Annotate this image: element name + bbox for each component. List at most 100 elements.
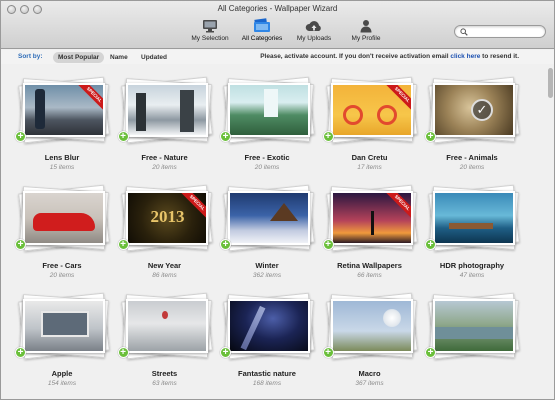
thumbnail-stack [223,76,315,144]
sort-name[interactable]: Name [105,52,133,63]
thumbnail-stack: ✓ [428,76,520,144]
category-card[interactable]: + Free - Nature 20 items [114,73,216,183]
tab-my-uploads[interactable]: My Uploads [291,18,337,42]
category-name: Free - Nature [141,153,188,162]
category-item-count: 66 items [357,272,382,279]
category-item-count: 86 items [152,272,177,279]
add-category-plus-icon[interactable]: + [117,239,129,250]
category-thumbnail [125,299,208,353]
category-item-count: 168 items [252,380,282,387]
category-thumbnail: 2013 SPECIAL [125,191,208,245]
special-ribbon: SPECIAL [381,193,411,223]
search-field[interactable] [454,25,546,38]
vertical-scrollbar[interactable] [546,64,554,399]
category-item-count: 362 items [252,272,282,279]
category-card[interactable]: + [421,289,523,399]
category-thumbnail [23,191,105,245]
category-card[interactable]: + Apple 154 items [11,289,113,399]
toolbar: All Categories - Wallpaper Wizard My Sel… [1,1,554,49]
category-item-count: 20 items [459,164,485,171]
add-category-plus-icon[interactable]: + [322,347,334,358]
tab-my-selection[interactable]: My Selection [187,18,233,42]
category-card[interactable]: + Macro 367 items [319,289,421,399]
category-item-count: 154 items [47,380,77,387]
add-category-plus-icon[interactable]: + [425,239,436,250]
thumbnail-stack: SPECIAL [325,76,418,144]
category-name: Lens Blur [44,153,80,162]
category-item-count: 47 items [459,272,485,279]
category-thumbnail [125,83,208,137]
category-card[interactable]: + Free - Exotic 20 items [216,73,318,183]
search-icon [460,28,468,36]
category-card[interactable]: ✓ + Free - Animals 20 items [421,73,523,183]
cloud-upload-icon [304,18,324,33]
toolbar-tabs: My Selection All Categories My Uploads M… [187,18,389,42]
category-item-count: 17 items [357,164,382,171]
checkmark-icon: ✓ [471,99,493,121]
tab-label: My Uploads [296,35,332,42]
category-thumbnail [228,191,310,245]
thumbnail-stack [428,184,520,252]
sort-most-popular[interactable]: Most Popular [53,51,105,63]
category-item-count: 20 items [49,272,75,279]
category-item-count: 15 items [49,164,75,171]
add-category-plus-icon[interactable]: + [117,131,129,142]
category-item-count: 63 items [152,380,177,387]
sort-updated[interactable]: Updated [136,52,172,63]
tab-label: My Selection [191,35,229,42]
category-card[interactable]: + HDR photography 47 items [421,181,523,291]
thumbnail-stack: SPECIAL [325,184,418,252]
sort-by-label: Sort by: [18,53,43,60]
category-item-count: 20 items [254,164,280,171]
category-name: Free - Animals [446,153,498,162]
category-thumbnail [433,299,515,353]
folder-icon [252,18,272,33]
category-card[interactable]: SPECIAL + Retina Wallpapers 66 items [319,181,421,291]
add-category-plus-icon[interactable]: + [117,347,129,358]
thumbnail-stack [18,292,110,360]
add-category-plus-icon[interactable]: + [322,239,334,250]
category-card[interactable]: SPECIAL + Dan Cretu 17 items [319,73,421,183]
category-card[interactable]: + Free - Cars 20 items [11,181,113,291]
category-card[interactable]: + Fantastic nature 168 items [216,289,318,399]
category-name: Macro [358,369,381,378]
tab-label: All Categories [241,35,283,42]
add-category-plus-icon[interactable]: + [220,131,231,142]
category-name: Apple [51,369,73,378]
add-category-plus-icon[interactable]: + [220,347,231,358]
thumbnail-stack [428,292,520,360]
tab-all-categories[interactable]: All Categories [239,18,285,42]
add-category-plus-icon[interactable]: + [15,239,26,250]
tab-label: My Profile [351,35,381,42]
category-card[interactable]: + Winter 362 items [216,181,318,291]
category-name: Free - Cars [42,261,82,270]
category-thumbnail: SPECIAL [23,83,105,137]
category-thumbnail: ✓ [433,83,515,137]
add-category-plus-icon[interactable]: + [425,347,436,358]
resend-activation-link[interactable]: click here [450,53,480,60]
sort-bar: Sort by: Most Popular Name Updated Pleas… [1,50,554,64]
thumbnail-stack [223,184,315,252]
category-name: Dan Cretu [351,153,388,162]
tab-my-profile[interactable]: My Profile [343,18,389,42]
add-category-plus-icon[interactable]: + [322,131,334,142]
category-card[interactable]: 2013 SPECIAL + New Year 86 items [114,181,216,291]
category-thumbnail: SPECIAL [330,83,413,137]
thumbnail-stack [120,292,213,360]
category-thumbnail [330,299,413,353]
thumbnail-stack: 2013 SPECIAL [120,184,213,252]
category-card[interactable]: SPECIAL + Lens Blur 15 items [11,73,113,183]
thumbnail-stack [18,184,110,252]
category-thumbnail [228,83,310,137]
category-name: Free - Exotic [244,153,290,162]
activation-notice: Please, activate account. If you don't r… [260,53,519,60]
scrollbar-thumb[interactable] [548,68,553,98]
add-category-plus-icon[interactable]: + [15,131,26,142]
category-thumbnail [228,299,310,353]
add-category-plus-icon[interactable]: + [220,239,231,250]
category-item-count: 20 items [152,164,177,171]
add-category-plus-icon[interactable]: + [15,347,26,358]
search-input[interactable] [469,26,543,37]
add-category-plus-icon[interactable]: + [425,131,436,142]
category-card[interactable]: + Streets 63 items [114,289,216,399]
